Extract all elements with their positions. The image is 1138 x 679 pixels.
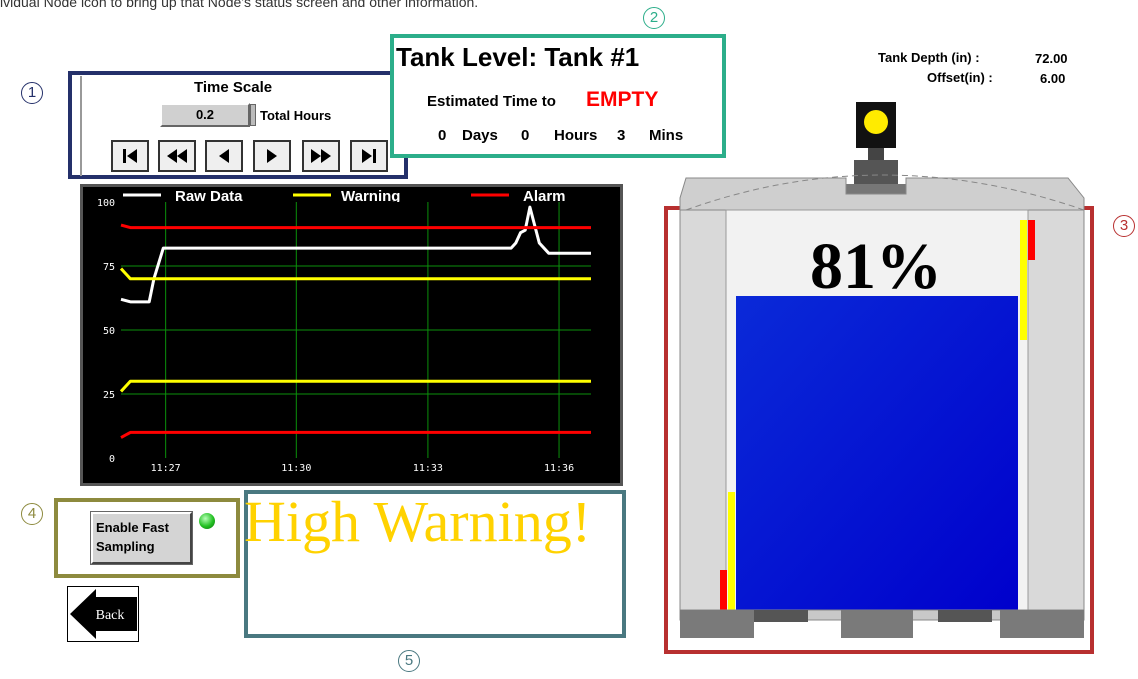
time-scale-unit: Total Hours <box>260 108 332 123</box>
time-scale-spinner[interactable] <box>250 104 256 126</box>
back-button[interactable]: Back <box>67 586 139 642</box>
x-tick-label: 11:30 <box>281 463 311 474</box>
trend-chart: Raw Data Warning Alarm 11:27 11:30 11:33 11:3… <box>97 188 591 474</box>
x-tick-label: 11:33 <box>413 463 443 474</box>
first-button[interactable] <box>111 140 149 172</box>
low-alarm-bar <box>720 570 727 610</box>
estimated-time-label: Estimated Time to <box>427 93 556 110</box>
fast-sampling-label-line2: Sampling <box>96 539 155 554</box>
tank-level-title: Tank Level: Tank #1 <box>396 42 640 72</box>
rewind-button[interactable] <box>158 140 196 172</box>
offset-value: 6.00 <box>1040 71 1066 86</box>
hours-label: Hours <box>554 127 598 144</box>
skip-end-icon <box>362 149 376 163</box>
tank-graphic: 81% <box>679 102 1085 638</box>
x-tick-label: 11:36 <box>544 463 574 474</box>
tank-depth-value: 72.00 <box>1035 51 1068 66</box>
offset-label: Offset(in) : <box>927 70 993 85</box>
callout-5: 5 <box>398 650 420 672</box>
back-arrow-icon: Back <box>70 589 137 639</box>
estimated-state: EMPTY <box>586 88 659 111</box>
y-tick-label: 0 <box>109 454 115 465</box>
fast-sampling-label-line1: Enable Fast <box>96 520 169 535</box>
time-scale-divider <box>80 76 82 176</box>
mins-value: 3 <box>617 127 626 144</box>
step-back-button[interactable] <box>205 140 243 172</box>
y-tick-label: 75 <box>103 262 115 273</box>
fast-forward-button[interactable] <box>302 140 340 172</box>
back-label: Back <box>96 608 125 623</box>
last-button[interactable] <box>350 140 388 172</box>
step-back-icon <box>219 149 229 163</box>
callout-2: 2 <box>643 7 665 29</box>
days-label: Days <box>462 127 498 144</box>
callout-1: 1 <box>21 82 43 104</box>
tank-liquid <box>736 296 1018 610</box>
time-scale-title: Time Scale <box>194 79 273 96</box>
skip-start-icon <box>123 149 137 163</box>
rewind-icon <box>167 149 187 163</box>
days-value: 0 <box>438 127 447 144</box>
callout-4: 4 <box>21 503 43 525</box>
callout-3: 3 <box>1113 215 1135 237</box>
step-forward-button[interactable] <box>253 140 291 172</box>
y-tick-label: 50 <box>103 326 115 337</box>
y-tick-label: 25 <box>103 390 115 401</box>
tank-depth-label: Tank Depth (in) : <box>878 50 980 65</box>
hours-value: 0 <box>521 127 530 144</box>
warning-message: High Warning! <box>244 489 592 554</box>
low-warning-bar <box>728 492 735 610</box>
tank-percent: 81% <box>810 230 942 303</box>
fast-forward-icon <box>311 149 331 163</box>
enable-fast-sampling-button[interactable]: Enable Fast Sampling <box>90 511 193 565</box>
intro-text: ividual Node icon to bring up that Node'… <box>0 0 479 10</box>
time-scale-input[interactable]: 0.2 <box>160 103 250 127</box>
level-sensor-icon <box>846 102 906 194</box>
high-alarm-bar <box>1028 220 1035 260</box>
y-tick-label: 100 <box>97 198 115 209</box>
high-warning-bar <box>1020 220 1027 340</box>
step-forward-icon <box>267 149 277 163</box>
sampling-status-led <box>199 513 215 529</box>
x-tick-label: 11:27 <box>151 463 181 474</box>
